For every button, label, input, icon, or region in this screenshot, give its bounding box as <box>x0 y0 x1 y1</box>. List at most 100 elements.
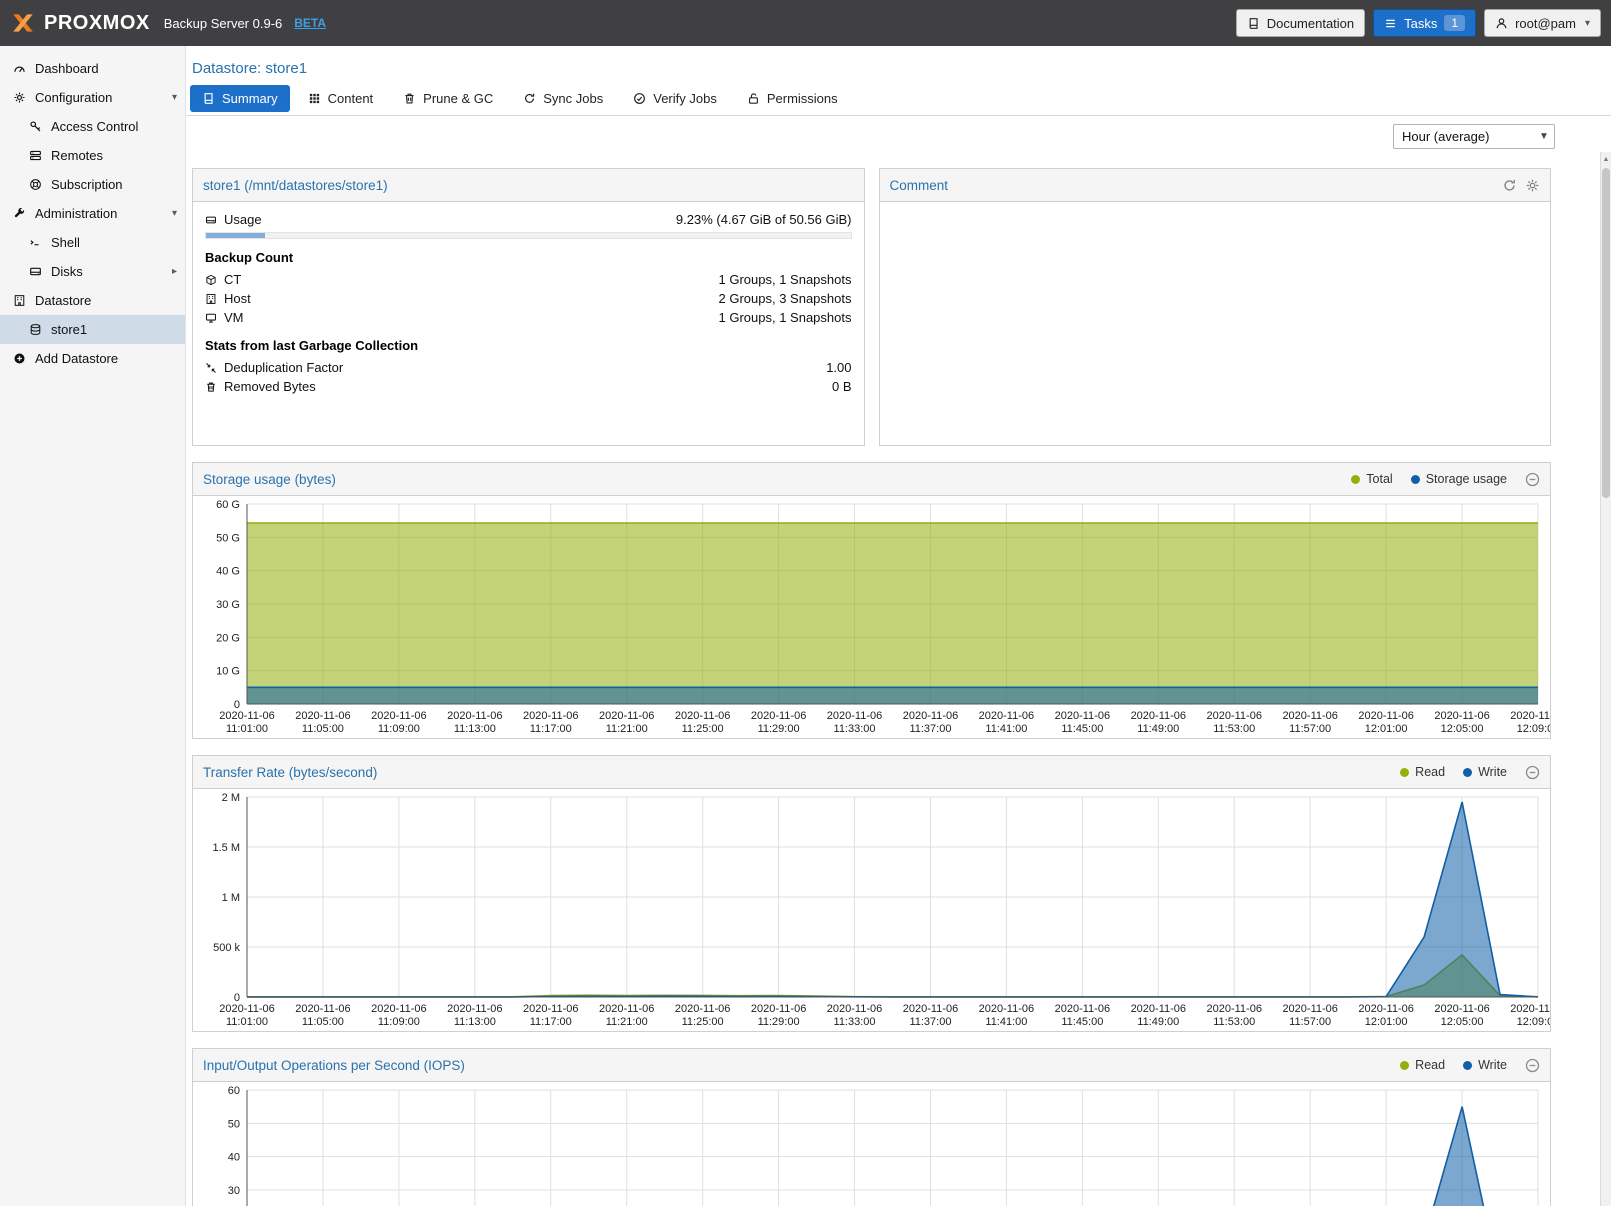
tab-content[interactable]: Content <box>296 85 386 112</box>
legend-item-write[interactable]: Write <box>1463 1058 1507 1072</box>
svg-text:2020-11-06: 2020-11-06 <box>751 1003 806 1015</box>
sidebar-item-remotes[interactable]: Remotes <box>0 141 185 170</box>
hdd-icon <box>205 214 224 226</box>
legend-label: Write <box>1478 765 1507 779</box>
svg-text:11:01:00: 11:01:00 <box>226 1016 268 1028</box>
svg-text:11:05:00: 11:05:00 <box>302 1016 344 1028</box>
product-version: Backup Server 0.9-6 <box>164 16 283 31</box>
sidebar: Dashboard Configuration ▾ Access Control… <box>0 46 186 1206</box>
tasks-count-badge: 1 <box>1444 15 1465 31</box>
panel-header: Transfer Rate (bytes/second) Read Write <box>193 756 1550 789</box>
svg-text:11:09:00: 11:09:00 <box>378 1016 420 1028</box>
svg-text:2020-11-06: 2020-11-06 <box>1207 1003 1262 1015</box>
svg-text:11:57:00: 11:57:00 <box>1289 1016 1331 1028</box>
svg-text:2020-11-06: 2020-11-06 <box>371 1003 426 1015</box>
svg-text:2020-11-06: 2020-11-06 <box>599 710 654 722</box>
svg-text:2020-11-06: 2020-11-06 <box>1282 710 1337 722</box>
svg-text:11:41:00: 11:41:00 <box>985 1016 1027 1028</box>
sidebar-item-dashboard[interactable]: Dashboard <box>0 54 185 83</box>
panel-title: store1 (/mnt/datastores/store1) <box>203 178 388 193</box>
collapse-icon[interactable] <box>1525 1058 1540 1073</box>
tab-sync-jobs[interactable]: Sync Jobs <box>511 85 615 112</box>
svg-text:1.5 M: 1.5 M <box>212 842 240 854</box>
vm-row: VM 1 Groups, 1 Snapshots <box>205 308 852 327</box>
svg-text:11:33:00: 11:33:00 <box>834 1016 876 1028</box>
legend-item-storage-usage[interactable]: Storage usage <box>1411 472 1507 486</box>
book-icon <box>1247 17 1260 30</box>
sidebar-item-label: store1 <box>51 322 87 337</box>
chevron-right-icon[interactable]: ▸ <box>172 266 177 277</box>
sidebar-item-access-control[interactable]: Access Control <box>0 112 185 141</box>
sidebar-item-store1[interactable]: store1 <box>0 315 185 344</box>
svg-text:30 G: 30 G <box>216 599 240 611</box>
tab-prune-gc[interactable]: Prune & GC <box>391 85 505 112</box>
legend-item-write[interactable]: Write <box>1463 765 1507 779</box>
row-label: Removed Bytes <box>224 379 316 394</box>
chevron-down-icon[interactable]: ▾ <box>172 92 177 103</box>
monitor-icon <box>205 312 224 324</box>
svg-text:2020-11-06: 2020-11-06 <box>827 1003 882 1015</box>
scroll-up-arrow[interactable]: ▲ <box>1601 152 1611 166</box>
row-value: 0 B <box>832 379 852 394</box>
collapse-icon[interactable] <box>1525 472 1540 487</box>
main-content: Datastore: store1 Summary Content <box>186 46 1611 1206</box>
sidebar-item-add-datastore[interactable]: Add Datastore <box>0 344 185 373</box>
tab-summary[interactable]: Summary <box>190 85 290 112</box>
svg-text:2020-11-06: 2020-11-06 <box>1434 710 1489 722</box>
row-value: 1 Groups, 1 Snapshots <box>719 310 852 325</box>
chart-legend: Total Storage usage <box>1351 472 1540 487</box>
svg-text:11:41:00: 11:41:00 <box>985 723 1027 735</box>
timeframe-select[interactable]: Hour (average) ▼ <box>1393 124 1555 149</box>
svg-text:11:29:00: 11:29:00 <box>758 723 800 735</box>
sidebar-item-administration[interactable]: Administration ▾ <box>0 199 185 228</box>
svg-text:11:21:00: 11:21:00 <box>606 723 648 735</box>
sidebar-item-shell[interactable]: Shell <box>0 228 185 257</box>
legend-item-total[interactable]: Total <box>1351 472 1392 486</box>
beta-link[interactable]: BETA <box>294 16 326 30</box>
tab-label: Content <box>328 91 374 106</box>
sidebar-item-datastore[interactable]: Datastore <box>0 286 185 315</box>
tab-verify-jobs[interactable]: Verify Jobs <box>621 85 729 112</box>
documentation-button[interactable]: Documentation <box>1236 9 1365 37</box>
sidebar-item-subscription[interactable]: Subscription <box>0 170 185 199</box>
backup-count-heading: Backup Count <box>205 250 852 265</box>
sidebar-item-label: Remotes <box>51 148 103 163</box>
scrollbar-thumb[interactable] <box>1602 168 1610 498</box>
chart-legend: Read Write <box>1400 1058 1540 1073</box>
legend-item-read[interactable]: Read <box>1400 1058 1445 1072</box>
svg-text:2020-11-06: 2020-11-06 <box>295 1003 350 1015</box>
svg-text:2020-11-06: 2020-11-06 <box>523 1003 578 1015</box>
svg-text:2020-11-06: 2020-11-06 <box>903 710 958 722</box>
legend-label: Total <box>1366 472 1392 486</box>
comment-body[interactable] <box>880 202 1551 445</box>
svg-text:11:13:00: 11:13:00 <box>454 1016 496 1028</box>
sidebar-item-configuration[interactable]: Configuration ▾ <box>0 83 185 112</box>
ct-row: CT 1 Groups, 1 Snapshots <box>205 270 852 289</box>
lifebuoy-icon <box>28 178 43 191</box>
svg-text:2020-11-06: 2020-11-06 <box>599 1003 654 1015</box>
svg-text:12:09:00: 12:09:00 <box>1517 723 1550 735</box>
sidebar-item-label: Datastore <box>35 293 91 308</box>
row-value: 1.00 <box>826 360 851 375</box>
tasks-button[interactable]: Tasks 1 <box>1373 9 1476 37</box>
chevron-down-icon: ▼ <box>1534 131 1554 142</box>
sidebar-item-disks[interactable]: Disks ▸ <box>0 257 185 286</box>
svg-text:11:29:00: 11:29:00 <box>758 1016 800 1028</box>
user-menu-button[interactable]: root@pam ▾ <box>1484 9 1601 37</box>
timeframe-value: Hour (average) <box>1394 129 1489 144</box>
legend-item-read[interactable]: Read <box>1400 765 1445 779</box>
panel-header: Input/Output Operations per Second (IOPS… <box>193 1049 1550 1082</box>
vertical-scrollbar[interactable]: ▲ <box>1600 152 1611 1206</box>
row-label: Usage <box>224 212 262 227</box>
sidebar-item-label: Subscription <box>51 177 123 192</box>
svg-text:12:01:00: 12:01:00 <box>1365 723 1408 735</box>
gear-icon[interactable] <box>1525 178 1540 193</box>
legend-label: Read <box>1415 765 1445 779</box>
collapse-icon[interactable] <box>1525 765 1540 780</box>
tab-permissions[interactable]: Permissions <box>735 85 850 112</box>
svg-text:2020-11-06: 2020-11-06 <box>219 1003 274 1015</box>
row-label: Host <box>224 291 251 306</box>
cube-icon <box>205 274 224 286</box>
chevron-down-icon[interactable]: ▾ <box>172 208 177 219</box>
refresh-icon[interactable] <box>1502 178 1517 193</box>
